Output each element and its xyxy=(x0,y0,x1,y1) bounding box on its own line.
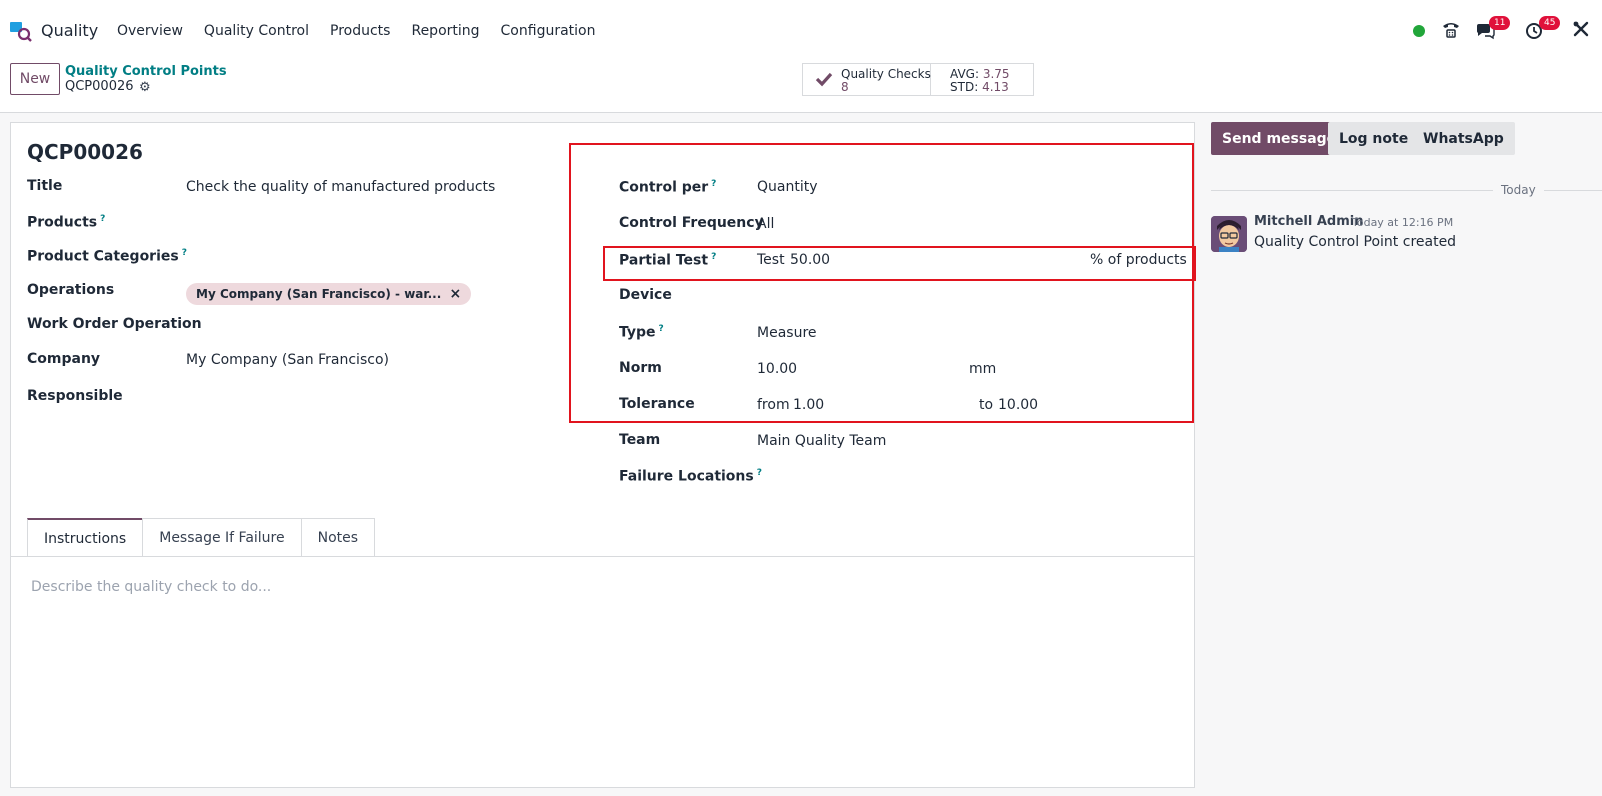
avatar[interactable] xyxy=(1211,216,1247,252)
whatsapp-button[interactable]: WhatsApp xyxy=(1412,122,1515,155)
tools-icon[interactable] xyxy=(1572,20,1590,42)
remove-tag-icon[interactable]: × xyxy=(450,283,462,305)
phone-icon[interactable] xyxy=(1441,20,1461,44)
avatar-face-icon xyxy=(1211,216,1247,252)
smart-button-count: 8 xyxy=(841,80,849,94)
tab-instructions[interactable]: Instructions xyxy=(27,518,144,556)
work-order-operation-field[interactable] xyxy=(186,316,526,336)
menu-reporting[interactable]: Reporting xyxy=(411,23,479,39)
quality-app-icon[interactable] xyxy=(10,22,32,42)
log-note-button[interactable]: Log note xyxy=(1328,122,1420,155)
app-name[interactable]: Quality xyxy=(41,21,98,40)
new-button[interactable]: New xyxy=(10,63,60,95)
std-stat: STD: 4.13 xyxy=(950,80,1009,94)
title-field[interactable]: Check the quality of manufactured produc… xyxy=(186,179,495,195)
quality-checks-count[interactable]: Quality Checks 8 xyxy=(803,64,931,95)
tabs-divider xyxy=(11,556,1194,557)
breadcrumb-current: QCP00026 xyxy=(65,79,134,94)
tab-message-if-failure[interactable]: Message If Failure xyxy=(142,518,302,556)
products-help-icon[interactable]: ? xyxy=(100,214,105,224)
operations-label: Operations xyxy=(27,282,115,298)
main-menu: Overview Quality Control Products Report… xyxy=(117,23,616,39)
activities-badge: 45 xyxy=(1539,16,1561,30)
top-navbar: Quality Overview Quality Control Product… xyxy=(0,0,1602,62)
title-label: Title xyxy=(27,178,63,194)
menu-configuration[interactable]: Configuration xyxy=(501,23,596,39)
company-field[interactable]: My Company (San Francisco) xyxy=(186,352,389,368)
company-label: Company xyxy=(27,351,101,367)
smart-button-label: Quality Checks xyxy=(841,67,931,81)
failure-locations-field[interactable] xyxy=(757,468,1177,488)
products-label: Products? xyxy=(27,214,106,231)
form-sheet: QCP00026 Title Check the quality of manu… xyxy=(10,122,1196,788)
gear-icon[interactable]: ⚙ xyxy=(139,80,151,95)
failure-locations-label: Failure Locations? xyxy=(619,468,762,485)
highlight-box-outer xyxy=(569,143,1194,423)
control-panel: New Quality Control Points QCP00026 ⚙ Qu… xyxy=(0,62,1602,113)
product-categories-field[interactable] xyxy=(186,248,526,268)
operations-tag[interactable]: My Company (San Francisco) - war... × xyxy=(186,283,472,305)
work-order-operation-label: Work Order Operation xyxy=(27,316,202,332)
responsible-field[interactable] xyxy=(186,388,526,408)
menu-products[interactable]: Products xyxy=(330,23,390,39)
notebook-tabs: Instructions Message If Failure Notes xyxy=(27,518,376,556)
team-field[interactable]: Main Quality Team xyxy=(757,433,886,449)
products-field[interactable] xyxy=(186,214,526,234)
highlight-box-partial-test xyxy=(603,246,1196,281)
message-author[interactable]: Mitchell Admin xyxy=(1254,214,1363,229)
messages-badge: 11 xyxy=(1489,16,1511,30)
send-message-button[interactable]: Send message xyxy=(1211,122,1348,155)
quality-checks-smart-button[interactable]: Quality Checks 8 AVG: 3.75 STD: 4.13 xyxy=(802,63,1034,96)
breadcrumb-parent[interactable]: Quality Control Points xyxy=(65,64,227,79)
message-time: Today at 12:16 PM xyxy=(1352,216,1454,229)
date-separator: Today xyxy=(1493,183,1544,197)
message-body: Quality Control Point created xyxy=(1254,234,1457,250)
avg-stat: AVG: 3.75 xyxy=(950,67,1010,81)
team-label: Team xyxy=(619,432,661,448)
responsible-label: Responsible xyxy=(27,388,123,404)
product-categories-label: Product Categories? xyxy=(27,248,187,265)
check-icon xyxy=(815,72,833,87)
menu-overview[interactable]: Overview xyxy=(117,23,183,39)
presence-status-icon xyxy=(1413,25,1425,41)
activities-icon[interactable]: 45 xyxy=(1525,16,1561,44)
tab-notes[interactable]: Notes xyxy=(300,518,376,556)
instructions-editor[interactable]: Describe the quality check to do... xyxy=(31,579,271,595)
menu-quality-control[interactable]: Quality Control xyxy=(204,23,309,39)
messages-icon[interactable]: 11 xyxy=(1475,16,1511,44)
record-title: QCP00026 xyxy=(27,140,143,164)
quality-checks-stats[interactable]: AVG: 3.75 STD: 4.13 xyxy=(931,64,1033,95)
